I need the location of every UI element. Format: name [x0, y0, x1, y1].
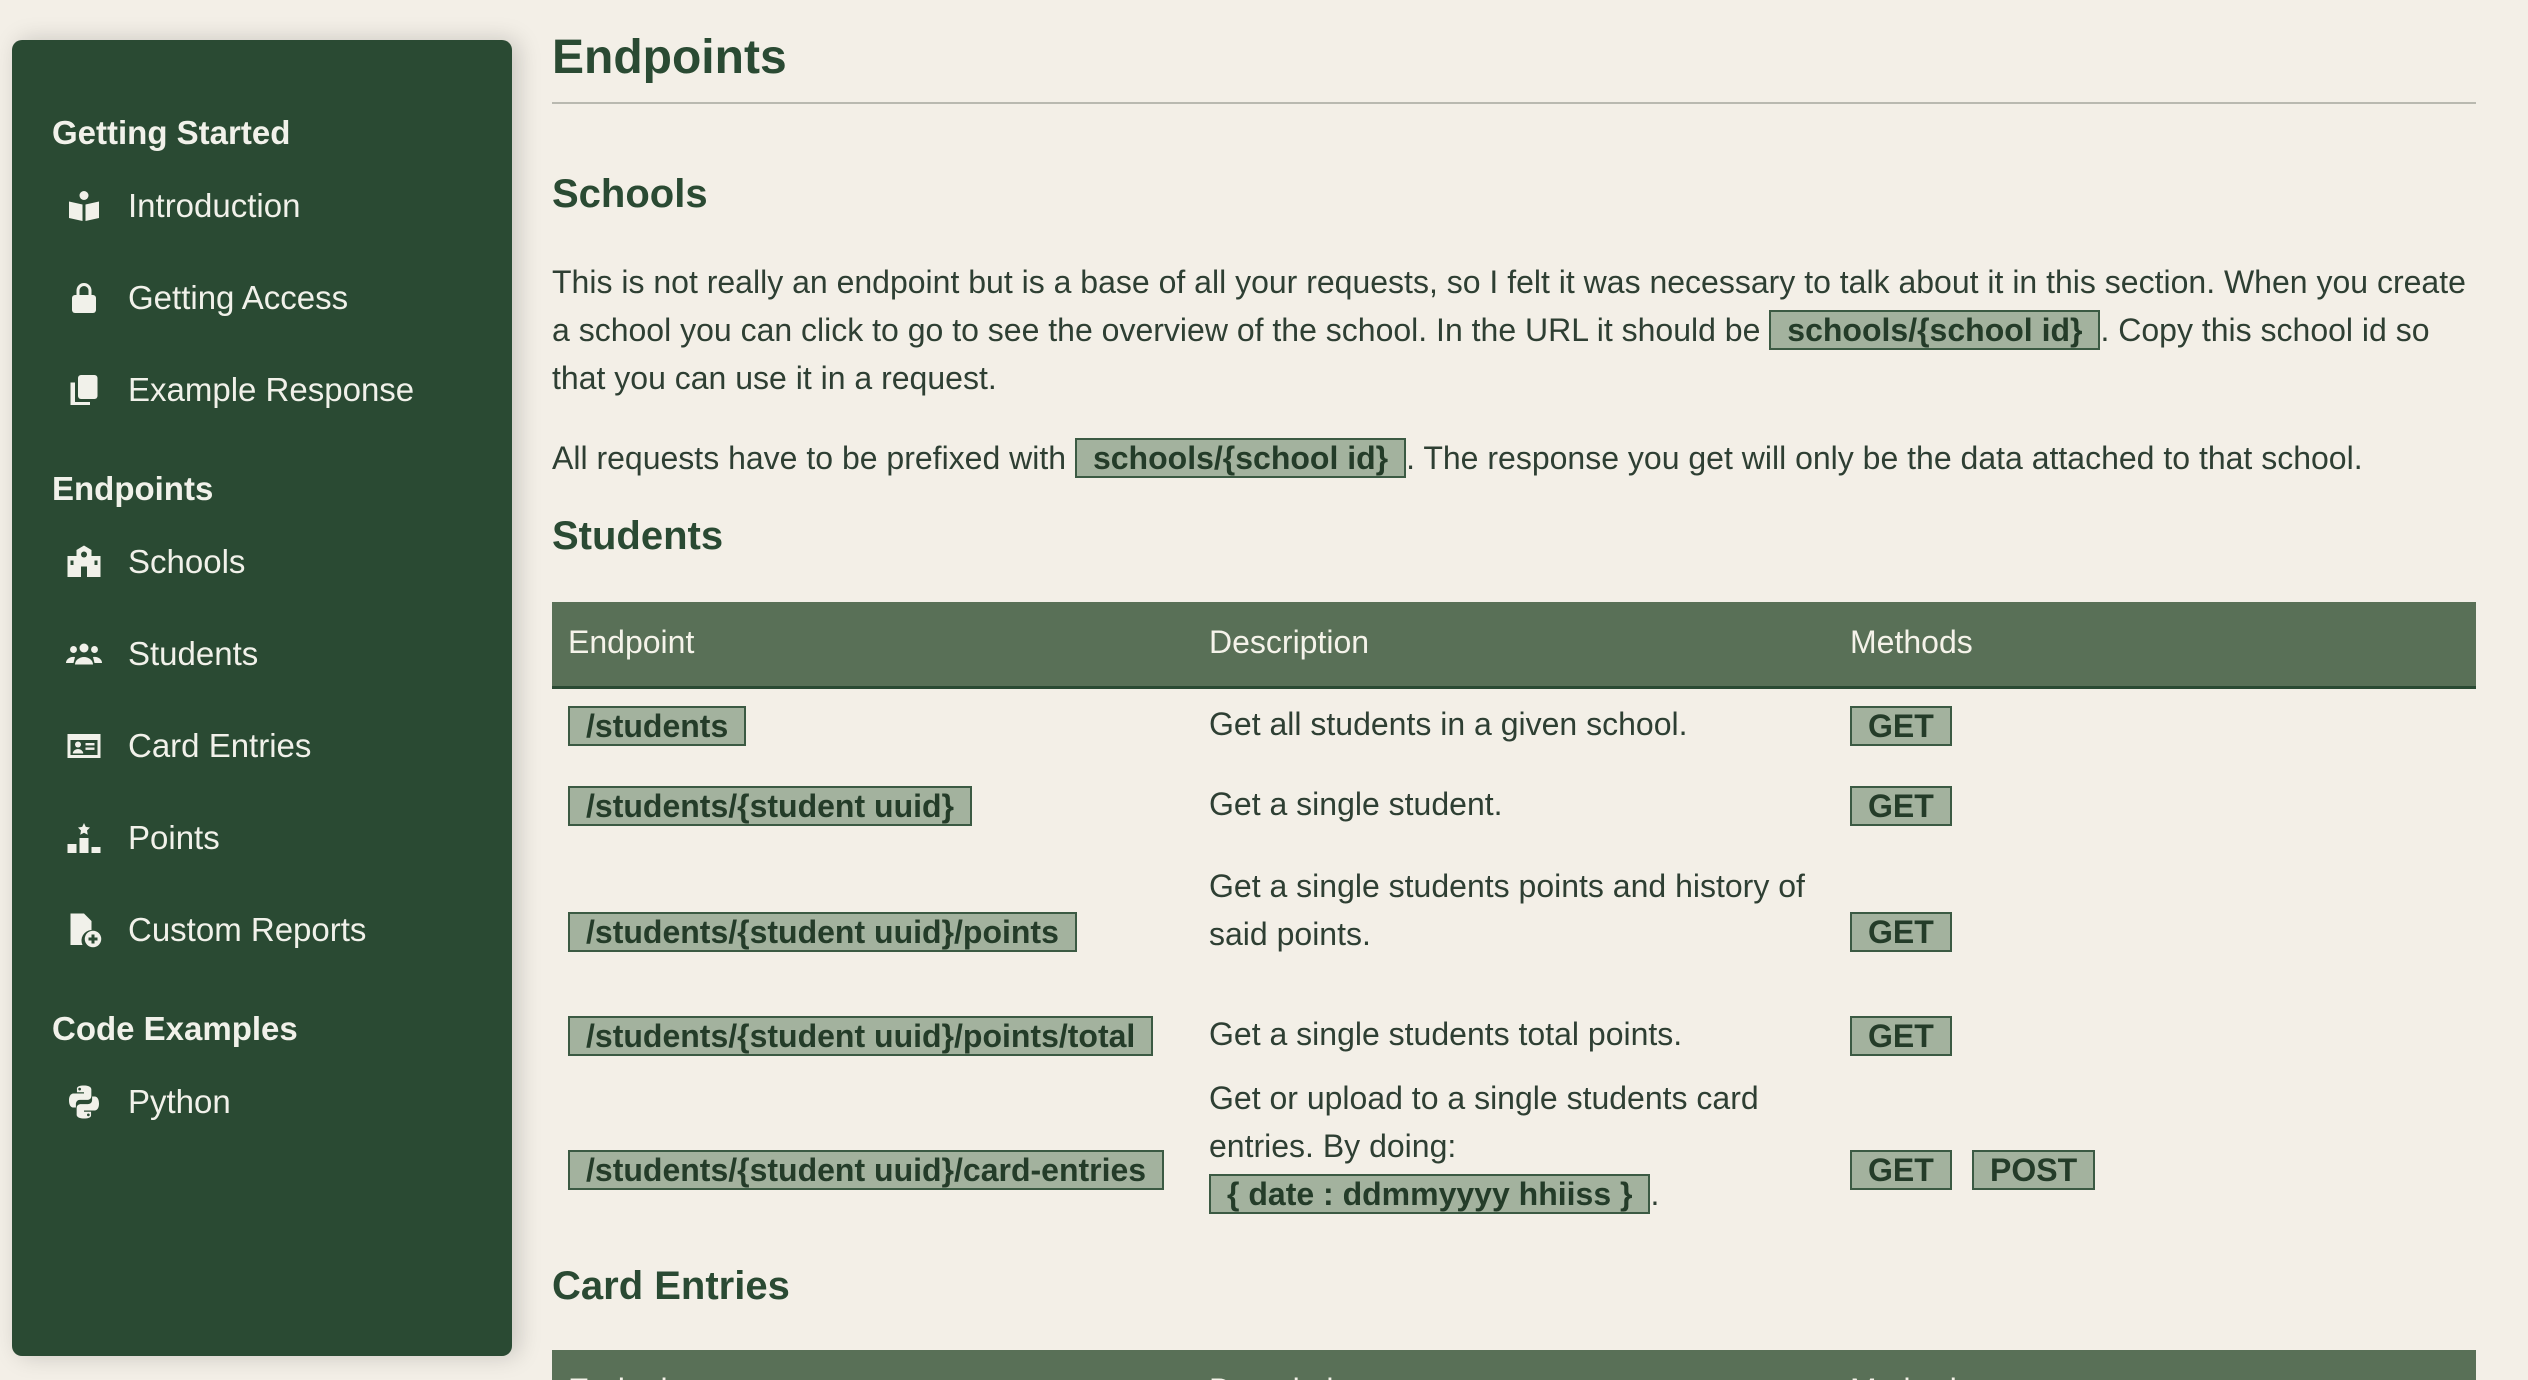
- table-header: Endpoint Description Methods: [552, 1350, 2476, 1380]
- ranking-icon: [64, 818, 104, 858]
- schools-heading: Schools: [552, 172, 708, 216]
- book-reader-icon: [64, 186, 104, 226]
- students-table: Endpoint Description Methods /students G…: [552, 602, 2476, 1232]
- sidebar-item-custom-reports[interactable]: Custom Reports: [64, 910, 366, 950]
- endpoint-description: Get a single student.: [1209, 786, 1503, 822]
- method-badge-get: GET: [1850, 1150, 1952, 1190]
- card-entries-heading: Card Entries: [552, 1264, 790, 1308]
- column-header-endpoint: Endpoint: [568, 1372, 694, 1380]
- sidebar: Getting Started Introduction Getting Acc…: [12, 40, 512, 1356]
- method-badge-post: POST: [1972, 1150, 2096, 1190]
- method-badge-get: GET: [1850, 786, 1952, 826]
- code-school-path: schools/{school id}: [1769, 310, 2101, 350]
- schools-paragraph-1: This is not really an endpoint but is a …: [552, 258, 2476, 402]
- column-header-description: Description: [1209, 624, 1370, 660]
- sidebar-item-students[interactable]: Students: [64, 634, 258, 674]
- column-header-endpoint: Endpoint: [568, 624, 695, 660]
- column-header-methods: Methods: [1850, 1372, 1973, 1380]
- endpoint-path: /students/{student uuid}/card-entries: [568, 1150, 1165, 1190]
- endpoint-description: Get a single students points and history…: [1209, 868, 1805, 952]
- sidebar-item-label: Custom Reports: [128, 911, 367, 948]
- title-divider: [552, 102, 2476, 104]
- code-date-format: { date : ddmmyyyy hhiiss }: [1209, 1174, 1651, 1214]
- endpoint-description: Get all students in a given school.: [1209, 706, 1688, 742]
- description-text: Get or upload to a single students card …: [1209, 1080, 1759, 1164]
- method-badge-get: GET: [1850, 706, 1952, 746]
- sidebar-item-label: Python: [128, 1083, 231, 1120]
- page-title: Endpoints: [552, 31, 787, 84]
- file-plus-icon: [64, 910, 104, 950]
- method-badge-get: GET: [1850, 1016, 1952, 1056]
- description-tail: .: [1650, 1176, 1660, 1212]
- lock-icon: [64, 278, 104, 318]
- endpoint-path: /students: [568, 706, 747, 746]
- endpoint-path: /students/{student uuid}/points/total: [568, 1016, 1154, 1056]
- paragraph-text: All requests have to be prefixed with: [552, 440, 1075, 476]
- sidebar-section-code-examples: Code Examples: [52, 1010, 298, 1047]
- column-header-methods: Methods: [1850, 624, 1973, 660]
- sidebar-item-python[interactable]: Python: [64, 1082, 231, 1122]
- card-entries-table: Endpoint Description Methods: [552, 1350, 2476, 1380]
- endpoint-path: /students/{student uuid}/points: [568, 912, 1077, 952]
- sidebar-item-label: Getting Access: [128, 279, 349, 316]
- users-icon: [64, 634, 104, 674]
- students-heading: Students: [552, 514, 724, 558]
- sidebar-section-getting-started: Getting Started: [52, 114, 291, 151]
- sidebar-section-endpoints: Endpoints: [52, 470, 214, 507]
- sidebar-item-label: Schools: [128, 543, 246, 580]
- sidebar-item-label: Card Entries: [128, 727, 312, 764]
- column-header-description: Description: [1209, 1372, 1369, 1380]
- sidebar-item-label: Introduction: [128, 187, 301, 224]
- sidebar-item-introduction[interactable]: Introduction: [64, 186, 300, 226]
- table-header: Endpoint Description Methods: [552, 602, 2476, 689]
- endpoint-description: Get a single students total points.: [1209, 1016, 1683, 1052]
- sidebar-item-label: Students: [128, 635, 259, 672]
- sidebar-item-example-response[interactable]: Example Response: [64, 370, 414, 410]
- school-icon: [64, 542, 104, 582]
- sidebar-item-card-entries[interactable]: Card Entries: [64, 726, 311, 766]
- python-icon: [64, 1082, 104, 1122]
- sidebar-item-schools[interactable]: Schools: [64, 542, 245, 582]
- sidebar-item-label: Example Response: [128, 371, 415, 408]
- endpoint-description: Get or upload to a single students card …: [1209, 1074, 1829, 1218]
- id-card-icon: [64, 726, 104, 766]
- copy-icon: [64, 370, 104, 410]
- schools-paragraph-2: All requests have to be prefixed with sc…: [552, 434, 2476, 482]
- paragraph-text: . The response you get will only be the …: [1406, 440, 2363, 476]
- endpoint-path: /students/{student uuid}: [568, 786, 972, 826]
- method-badge-get: GET: [1850, 912, 1952, 952]
- sidebar-item-getting-access[interactable]: Getting Access: [64, 278, 348, 318]
- code-school-prefix: schools/{school id}: [1074, 438, 1407, 478]
- sidebar-item-points[interactable]: Points: [64, 818, 220, 858]
- sidebar-item-label: Points: [128, 819, 220, 856]
